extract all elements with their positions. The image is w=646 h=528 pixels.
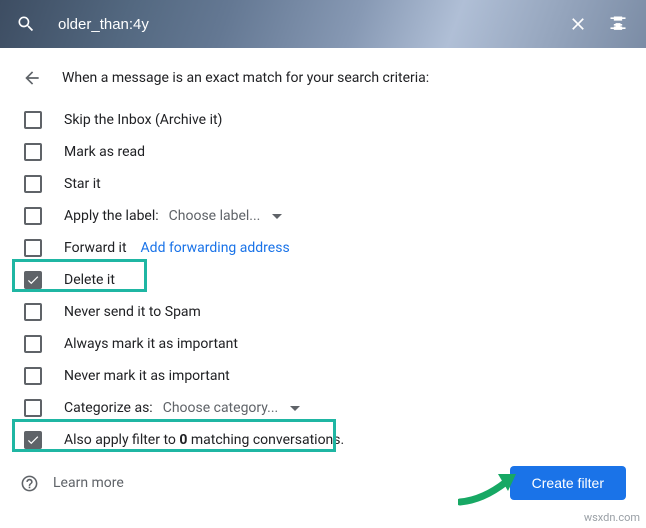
- option-never-important: Never mark it as important: [20, 360, 626, 392]
- option-star: Star it: [20, 168, 626, 200]
- label-also-apply-pre: Also apply filter to: [64, 432, 179, 448]
- learn-more-label: Learn more: [53, 475, 124, 491]
- option-delete: Delete it: [20, 264, 626, 296]
- checkbox-always-important[interactable]: [24, 335, 42, 353]
- clear-search-button[interactable]: [558, 4, 598, 44]
- option-skip-inbox: Skip the Inbox (Archive it): [20, 104, 626, 136]
- panel-footer: Learn more Create filter: [20, 466, 626, 500]
- help-icon: [20, 474, 39, 493]
- checkbox-apply-label[interactable]: [24, 207, 42, 225]
- option-never-spam: Never send it to Spam: [20, 296, 626, 328]
- search-bar: [0, 0, 646, 48]
- checkbox-also-apply[interactable]: [24, 431, 42, 449]
- option-mark-read: Mark as read: [20, 136, 626, 168]
- checkbox-categorize[interactable]: [24, 399, 42, 417]
- label-never-spam: Never send it to Spam: [64, 304, 201, 320]
- label-mark-read: Mark as read: [64, 144, 145, 160]
- watermark: wsxdn.com: [584, 511, 640, 524]
- label-delete: Delete it: [64, 272, 115, 288]
- label-never-important: Never mark it as important: [64, 368, 230, 384]
- label-apply-label: Apply the label:: [64, 208, 159, 224]
- search-options-button[interactable]: [598, 4, 638, 44]
- option-apply-label: Apply the label: Choose label...: [20, 200, 626, 232]
- option-also-apply: Also apply filter to 0 matching conversa…: [20, 424, 626, 456]
- search-input[interactable]: [56, 15, 558, 34]
- label-star: Star it: [64, 176, 101, 192]
- label-forward: Forward it: [64, 240, 127, 256]
- label-categorize: Categorize as:: [64, 400, 153, 416]
- checkbox-delete[interactable]: [24, 271, 42, 289]
- option-always-important: Always mark it as important: [20, 328, 626, 360]
- checkbox-never-important[interactable]: [24, 367, 42, 385]
- option-forward: Forward it Add forwarding address: [20, 232, 626, 264]
- dropdown-apply-label-value: Choose label...: [169, 208, 261, 224]
- back-button[interactable]: [20, 66, 44, 90]
- option-categorize: Categorize as: Choose category...: [20, 392, 626, 424]
- label-skip-inbox: Skip the Inbox (Archive it): [64, 112, 222, 128]
- checkbox-never-spam[interactable]: [24, 303, 42, 321]
- caret-down-icon: [290, 406, 300, 411]
- checkbox-mark-read[interactable]: [24, 143, 42, 161]
- panel-header: When a message is an exact match for you…: [20, 66, 626, 90]
- checkbox-skip-inbox[interactable]: [24, 111, 42, 129]
- create-filter-button[interactable]: Create filter: [510, 466, 626, 500]
- label-always-important: Always mark it as important: [64, 336, 238, 352]
- label-also-apply-post: matching conversations.: [187, 432, 344, 448]
- filter-panel: When a message is an exact match for you…: [0, 48, 646, 476]
- panel-instruction: When a message is an exact match for you…: [62, 70, 429, 86]
- dropdown-categorize-value: Choose category...: [163, 400, 279, 416]
- checkbox-star[interactable]: [24, 175, 42, 193]
- search-icon: [16, 14, 36, 34]
- dropdown-categorize[interactable]: Choose category...: [163, 400, 301, 416]
- dropdown-apply-label[interactable]: Choose label...: [169, 208, 283, 224]
- label-also-apply: Also apply filter to 0 matching conversa…: [64, 432, 344, 448]
- learn-more-link[interactable]: Learn more: [20, 474, 124, 493]
- checkbox-forward[interactable]: [24, 239, 42, 257]
- caret-down-icon: [272, 214, 282, 219]
- link-add-forwarding-address[interactable]: Add forwarding address: [141, 240, 290, 256]
